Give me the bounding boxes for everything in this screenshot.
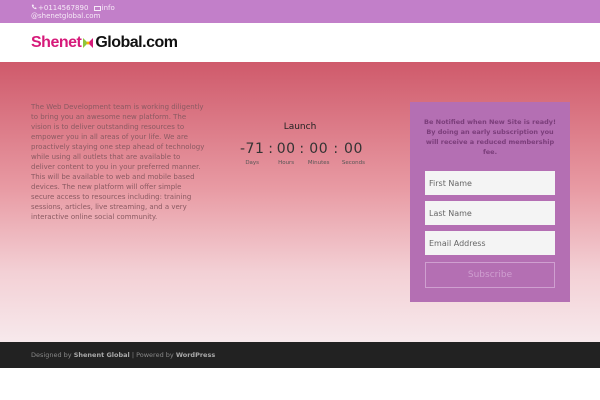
minutes-value: 00 (309, 141, 329, 157)
countdown-minutes: 00 Minutes (308, 141, 330, 166)
footer-credits: Designed by Shenent Global | Powered by … (31, 351, 215, 359)
minutes-label: Minutes (307, 160, 330, 166)
wordpress-link[interactable]: WordPress (176, 351, 215, 359)
page-bottom-space (0, 368, 600, 400)
hours-label: Hours (278, 160, 295, 166)
phone-icon (31, 4, 37, 10)
site-footer: Designed by Shenent Global | Powered by … (0, 342, 600, 368)
powered-by-label: | Powered by (131, 351, 174, 359)
first-name-input[interactable] (425, 171, 555, 195)
mail-icon (93, 5, 101, 11)
countdown-seconds: 00 Seconds (342, 141, 365, 166)
last-name-input[interactable] (425, 201, 555, 225)
hours-value: 00 (276, 141, 296, 157)
countdown-days: -71 Days (240, 141, 264, 166)
designer-link[interactable]: Shenent Global (74, 351, 130, 359)
phone-number[interactable]: +0114567890 (38, 4, 88, 12)
countdown-separator: : (333, 141, 339, 157)
signup-panel: Be Notified when New Site is ready! By d… (410, 102, 570, 302)
site-header: Shenet Global.com (0, 23, 600, 62)
email-domain[interactable]: @shenetglobal.com (31, 12, 100, 20)
countdown-timer: -71 Days : 00 Hours : 00 Minutes : 00 Se… (240, 141, 365, 166)
countdown-title: Launch (283, 122, 317, 132)
seconds-value: 00 (344, 141, 363, 157)
countdown-separator: : (268, 141, 273, 157)
days-label: Days (245, 160, 260, 166)
email-label[interactable]: info (102, 4, 115, 12)
site-logo[interactable]: Shenet Global.com (31, 34, 178, 52)
logo-text-global: Global.com (95, 34, 178, 51)
countdown-hours: 00 Hours (277, 141, 296, 166)
logo-mark-icon (83, 38, 94, 48)
subscribe-button[interactable]: Subscribe (425, 262, 555, 288)
email-input[interactable] (425, 231, 555, 255)
countdown-separator: : (299, 141, 305, 157)
seconds-label: Seconds (341, 160, 365, 166)
signup-message: Be Notified when New Site is ready! By d… (424, 118, 556, 156)
contact-info: +0114567890 info @shenetglobal.com (31, 4, 151, 20)
top-bar: +0114567890 info @shenetglobal.com (0, 0, 600, 23)
designed-by-label: Designed by (31, 351, 72, 359)
about-text: The Web Development team is working dili… (31, 103, 205, 221)
days-value: -71 (240, 141, 265, 157)
logo-text-shenet: Shenet (31, 34, 82, 51)
